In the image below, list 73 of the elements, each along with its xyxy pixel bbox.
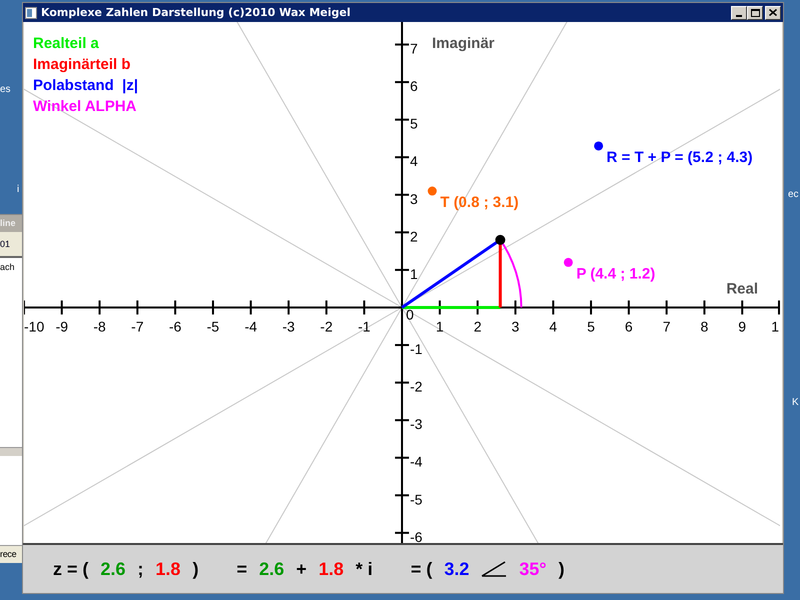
tick-label: -3: [410, 416, 422, 432]
app-icon: [25, 6, 37, 18]
tick-label: -4: [244, 318, 258, 334]
maximize-icon: [750, 8, 760, 16]
list-text: ach: [0, 261, 16, 274]
formula-text: ): [558, 558, 564, 580]
formula-text: 1.8: [156, 558, 181, 580]
formula-text: * i: [356, 558, 373, 580]
desktop-icon-label[interactable]: K: [792, 397, 799, 408]
tick-label: -4: [410, 454, 422, 470]
legend-label: Winkel ALPHA: [33, 97, 138, 117]
minimize-button[interactable]: [731, 6, 747, 20]
tick-label: 1: [410, 266, 418, 282]
legend-label: Imaginärteil b: [33, 55, 132, 75]
column-header: line: [0, 215, 22, 232]
tick-label: -6: [410, 528, 422, 543]
tick-label: -5: [410, 491, 422, 508]
formula-text: 3.2: [444, 558, 470, 580]
list-row: 01: [0, 232, 22, 258]
tick-label: -6: [168, 318, 182, 334]
tick-label: -1: [358, 318, 370, 334]
point-label: P (4.4 ; 1.2): [576, 265, 656, 282]
formula-text: = (: [410, 558, 432, 580]
formula-text: 1.8: [318, 558, 344, 580]
tick-label: 9: [738, 318, 746, 334]
tick-label: 7: [410, 40, 418, 57]
axis-label: Real: [726, 280, 758, 298]
tick-label: 3: [512, 318, 520, 334]
tick-label: 2: [474, 318, 482, 334]
tick-label: 0: [406, 306, 414, 322]
formula-text: 35°: [519, 558, 546, 580]
tick-label: 6: [624, 318, 633, 334]
axis-label: Imaginär: [432, 35, 495, 52]
tick-label: -5: [206, 318, 220, 334]
maximize-button[interactable]: [747, 6, 763, 20]
tick-label: 2: [410, 228, 418, 244]
formula-text: z = (: [53, 558, 89, 580]
tick-label: 5: [587, 318, 595, 334]
tick-label: -7: [131, 318, 144, 334]
point-label: R = T + P = (5.2 ; 4.3): [606, 148, 753, 166]
tick-label: 8: [700, 318, 708, 334]
desktop-icon-label[interactable]: i: [17, 184, 20, 195]
tick-label: -2: [410, 378, 422, 395]
formula-text: ;: [138, 558, 144, 580]
desktop-icon-label[interactable]: ec: [788, 189, 799, 200]
tick-label: -3: [282, 318, 295, 334]
formula-text: ): [192, 558, 199, 580]
close-button[interactable]: [765, 6, 781, 20]
tick-label: -10: [24, 318, 44, 334]
window-title: Komplexe Zahlen Darstellung (c)2010 Wax Meigel: [41, 6, 352, 19]
formula-text: 2.6: [259, 558, 284, 580]
desktop-icon-label[interactable]: es: [0, 84, 11, 95]
formula-text: +: [296, 558, 307, 580]
tick-label: -8: [93, 318, 106, 334]
tick-label: 4: [549, 318, 558, 334]
tab-label: rece: [0, 545, 22, 563]
formula-text: =: [236, 558, 248, 580]
tick-label: 1: [771, 318, 779, 334]
tick-label: 3: [410, 190, 418, 207]
point-label: T (0.8 ; 3.1): [440, 194, 519, 212]
close-icon: [769, 9, 777, 16]
tick-label: 7: [662, 318, 670, 334]
legend-label: Realteil a: [33, 34, 100, 54]
formula-text: 2.6: [100, 558, 126, 580]
tick-label: -9: [56, 318, 68, 334]
minimize-icon: [736, 14, 742, 16]
tick-label: 4: [410, 153, 418, 170]
tick-label: 5: [410, 116, 418, 132]
legend-label: Polabstand |z|: [33, 76, 138, 96]
tick-label: -2: [320, 318, 333, 334]
tick-label: -1: [410, 341, 422, 358]
tick-label: 1: [436, 318, 444, 334]
tick-label: 6: [410, 78, 418, 94]
